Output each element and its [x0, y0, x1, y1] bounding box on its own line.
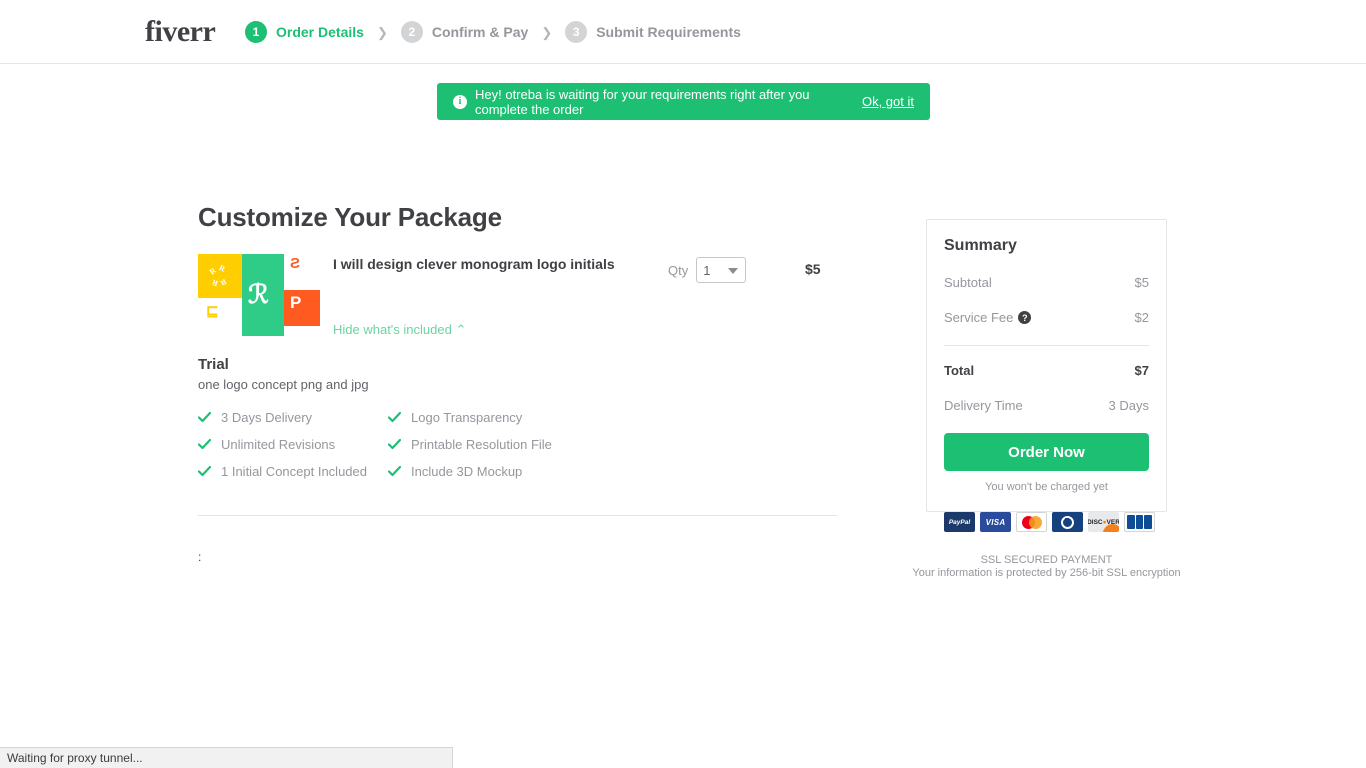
service-fee-text: Service Fee — [944, 310, 1014, 325]
order-now-button[interactable]: Order Now — [944, 433, 1149, 471]
package-features: 3 Days Delivery Logo Transparency Unlimi… — [197, 410, 648, 491]
quantity-value: 1 — [703, 262, 711, 278]
step-confirm-pay[interactable]: 2 Confirm & Pay — [400, 21, 529, 43]
paypal-icon: PayPal — [944, 512, 975, 532]
monogram-glyph-pinwheel: R R R R — [206, 262, 234, 290]
service-fee-label: Service Fee ? — [944, 310, 1032, 325]
check-icon — [387, 411, 402, 424]
stray-text: : — [198, 550, 202, 564]
ssl-subtext: Your information is protected by 256-bit… — [912, 567, 1181, 579]
check-icon — [387, 465, 402, 478]
summary-row-total: Total $7 — [944, 363, 1149, 378]
feature-item: Unlimited Revisions — [197, 437, 388, 464]
discover-icon: DISC ● VER — [1088, 512, 1119, 532]
feature-label: 3 Days Delivery — [221, 410, 313, 425]
feature-label: Printable Resolution File — [411, 437, 552, 452]
svg-text:R: R — [210, 278, 219, 289]
summary-title: Summary — [944, 237, 1017, 254]
quantity-label: Qty — [668, 262, 689, 278]
step-3-number: 3 — [565, 21, 588, 43]
step-submit-requirements[interactable]: 3 Submit Requirements — [565, 21, 741, 43]
status-text: Waiting for proxy tunnel... — [7, 751, 143, 765]
banner-dismiss-link[interactable]: Ok, got it — [862, 94, 914, 109]
step-3-label: Submit Requirements — [596, 24, 741, 40]
svg-text:R: R — [218, 277, 228, 288]
ssl-headline: SSL SECURED PAYMENT — [980, 554, 1113, 566]
subtotal-value: $5 — [1134, 275, 1149, 290]
step-2-number: 2 — [400, 21, 423, 43]
delivery-time-value: 3 Days — [1108, 398, 1149, 413]
summary-row-subtotal: Subtotal $5 — [944, 275, 1149, 290]
fiverr-logo[interactable]: fiverr — [145, 16, 216, 48]
jcb-icon — [1124, 512, 1155, 532]
feature-label: Logo Transparency — [411, 410, 523, 425]
summary-row-service-fee: Service Fee ? $2 — [944, 310, 1149, 325]
step-separator-1: ❯ — [376, 24, 388, 40]
quantity-control: Qty 1 — [668, 257, 747, 283]
package-description: one logo concept png and jpg — [198, 377, 369, 392]
total-value: $7 — [1134, 363, 1149, 378]
service-fee-value: $2 — [1134, 310, 1149, 325]
quantity-select[interactable]: 1 — [696, 257, 747, 283]
diners-club-icon — [1052, 512, 1083, 532]
feature-label: 1 Initial Concept Included — [221, 464, 367, 479]
section-divider — [198, 515, 837, 516]
check-icon — [197, 438, 212, 451]
subtotal-label: Subtotal — [944, 275, 992, 290]
total-label: Total — [944, 363, 975, 378]
help-icon[interactable]: ? — [1018, 311, 1032, 324]
monogram-glyph-lc: ⊑ — [206, 303, 219, 320]
step-separator-2: ❯ — [541, 24, 553, 40]
check-icon — [387, 438, 402, 451]
summary-row-delivery-time: Delivery Time 3 Days — [944, 398, 1149, 413]
page-title: Customize Your Package — [198, 202, 502, 232]
check-icon — [197, 411, 212, 424]
gig-title[interactable]: I will design clever monogram logo initi… — [333, 256, 615, 272]
monogram-glyph-s: Ƨ — [290, 255, 301, 272]
monogram-glyph-r: ℛ — [248, 280, 269, 309]
feature-item: Printable Resolution File — [387, 437, 578, 464]
feature-label: Include 3D Mockup — [411, 464, 523, 479]
feature-label: Unlimited Revisions — [221, 437, 336, 452]
notification-banner: i Hey! otreba is waiting for your requir… — [437, 83, 930, 120]
info-icon: i — [453, 94, 467, 109]
step-order-details[interactable]: 1 Order Details — [245, 21, 364, 43]
toggle-whats-included[interactable]: Hide what's included ⌃ — [333, 322, 466, 338]
mastercard-icon — [1016, 512, 1047, 532]
order-summary-card: Summary Subtotal $5 Service Fee ? $2 Tot… — [926, 219, 1167, 512]
gig-thumbnail[interactable]: R R R R ℛ Ƨ ⊑ P — [198, 254, 320, 336]
svg-text:R: R — [208, 266, 218, 277]
feature-item: 3 Days Delivery — [197, 410, 388, 437]
visa-icon: VISA — [980, 512, 1011, 532]
step-2-label: Confirm & Pay — [431, 24, 529, 40]
feature-item: Include 3D Mockup — [387, 464, 578, 491]
step-1-label: Order Details — [276, 24, 364, 40]
feature-item: 1 Initial Concept Included — [197, 464, 388, 491]
step-1-number: 1 — [245, 21, 267, 43]
checkout-stepper: 1 Order Details ❯ 2 Confirm & Pay ❯ 3 Su… — [245, 0, 741, 64]
app-header: fiverr 1 Order Details ❯ 2 Confirm & Pay… — [0, 0, 1366, 64]
delivery-time-label: Delivery Time — [944, 398, 1023, 413]
package-name: Trial — [198, 356, 229, 373]
gig-price: $5 — [805, 261, 821, 277]
feature-item: Logo Transparency — [387, 410, 578, 437]
summary-divider — [944, 345, 1149, 346]
check-icon — [197, 465, 212, 478]
banner-message: Hey! otreba is waiting for your requirem… — [475, 86, 810, 117]
no-charge-note: You won't be charged yet — [985, 481, 1108, 493]
svg-text:R: R — [218, 263, 227, 274]
browser-status-bar: Waiting for proxy tunnel... — [0, 747, 453, 768]
chevron-down-icon — [728, 268, 739, 274]
monogram-glyph-p: P — [290, 293, 302, 312]
payment-methods: PayPal VISA DISC ● VER — [944, 512, 1155, 532]
